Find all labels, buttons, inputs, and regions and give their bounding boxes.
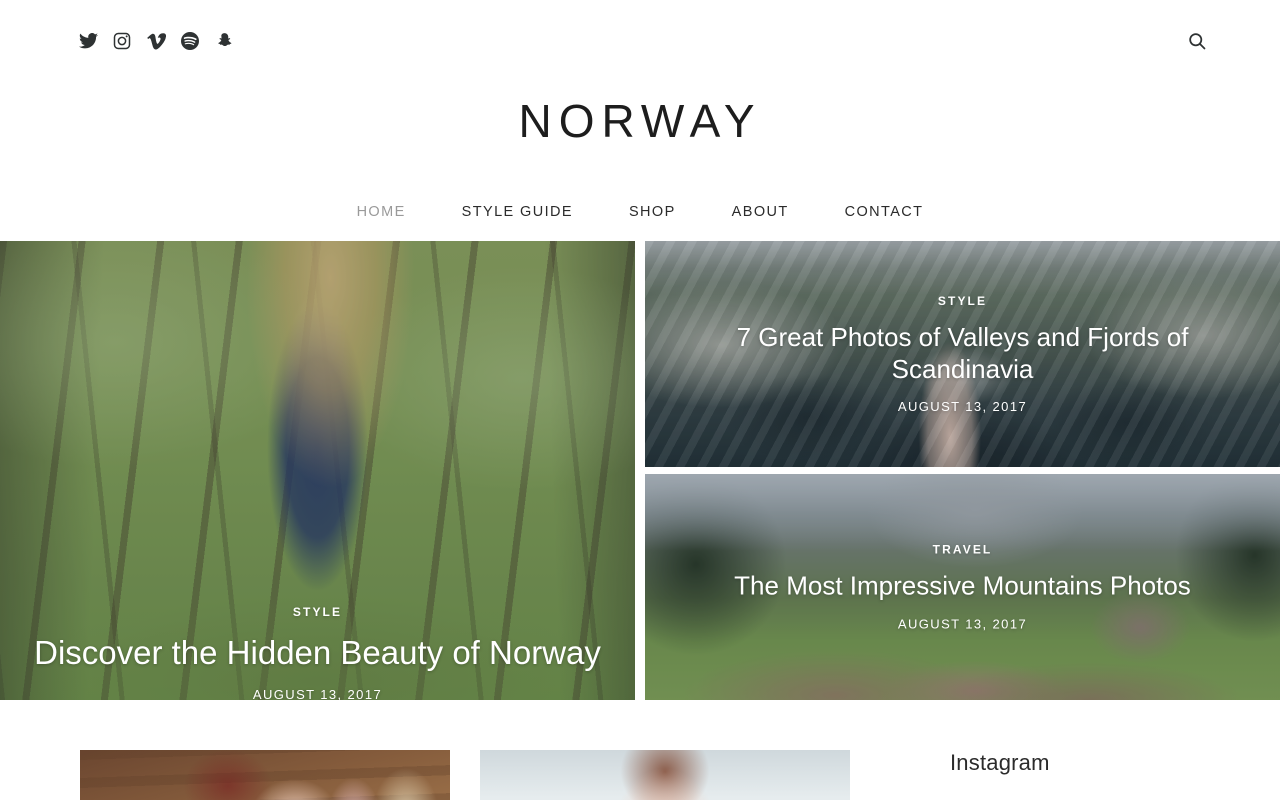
nav-item-contact[interactable]: CONTACT xyxy=(817,204,952,220)
post-thumbnail-image xyxy=(80,750,450,800)
featured-side-column: STYLE 7 Great Photos of Valleys and Fjor… xyxy=(645,241,1280,700)
featured-post-side-1[interactable]: STYLE 7 Great Photos of Valleys and Fjor… xyxy=(645,241,1280,467)
post-title[interactable]: 7 Great Photos of Valleys and Fjords of … xyxy=(669,322,1256,385)
nav-item-about[interactable]: ABOUT xyxy=(704,204,817,220)
spotify-icon[interactable] xyxy=(180,30,200,52)
post-date: AUGUST 13, 2017 xyxy=(252,687,383,700)
post-thumbnail-image xyxy=(480,750,850,800)
featured-side-2-text: TRAVEL The Most Impressive Mountains Pho… xyxy=(645,543,1280,632)
post-list xyxy=(80,750,850,800)
twitter-icon[interactable] xyxy=(78,30,98,52)
post-date: AUGUST 13, 2017 xyxy=(897,399,1028,415)
post-category[interactable]: STYLE xyxy=(669,294,1256,308)
nav-item-home[interactable]: HOME xyxy=(329,204,434,220)
sidebar: Instagram xyxy=(950,750,1250,800)
site-brand: NORWAY xyxy=(0,82,1280,144)
post-title[interactable]: Discover the Hidden Beauty of Norway xyxy=(24,633,611,673)
featured-main-text: STYLE Discover the Hidden Beauty of Norw… xyxy=(0,605,635,700)
post-category[interactable]: STYLE xyxy=(24,605,611,619)
post-list-item-2[interactable] xyxy=(480,750,850,800)
featured-posts-grid: STYLE Discover the Hidden Beauty of Norw… xyxy=(0,241,1280,700)
vimeo-icon[interactable] xyxy=(146,30,166,52)
post-title[interactable]: The Most Impressive Mountains Photos xyxy=(669,571,1256,603)
search-icon[interactable] xyxy=(1184,28,1210,54)
post-category[interactable]: TRAVEL xyxy=(669,543,1256,557)
post-list-item-1[interactable] xyxy=(80,750,450,800)
instagram-icon[interactable] xyxy=(112,30,132,52)
nav-item-shop[interactable]: SHOP xyxy=(601,204,704,220)
top-bar xyxy=(0,0,1280,82)
snapchat-icon[interactable] xyxy=(214,30,234,52)
site-title[interactable]: NORWAY xyxy=(518,98,761,144)
post-date: AUGUST 13, 2017 xyxy=(897,616,1028,632)
main-navigation: HOME STYLE GUIDE SHOP ABOUT CONTACT xyxy=(0,192,1280,232)
instagram-widget-title: Instagram xyxy=(950,750,1050,775)
social-links xyxy=(78,30,234,52)
featured-side-1-text: STYLE 7 Great Photos of Valleys and Fjor… xyxy=(645,294,1280,414)
featured-post-main[interactable]: STYLE Discover the Hidden Beauty of Norw… xyxy=(0,241,635,700)
nav-item-style-guide[interactable]: STYLE GUIDE xyxy=(434,204,601,220)
featured-post-side-2[interactable]: TRAVEL The Most Impressive Mountains Pho… xyxy=(645,474,1280,700)
content-area: Instagram xyxy=(0,700,1280,800)
